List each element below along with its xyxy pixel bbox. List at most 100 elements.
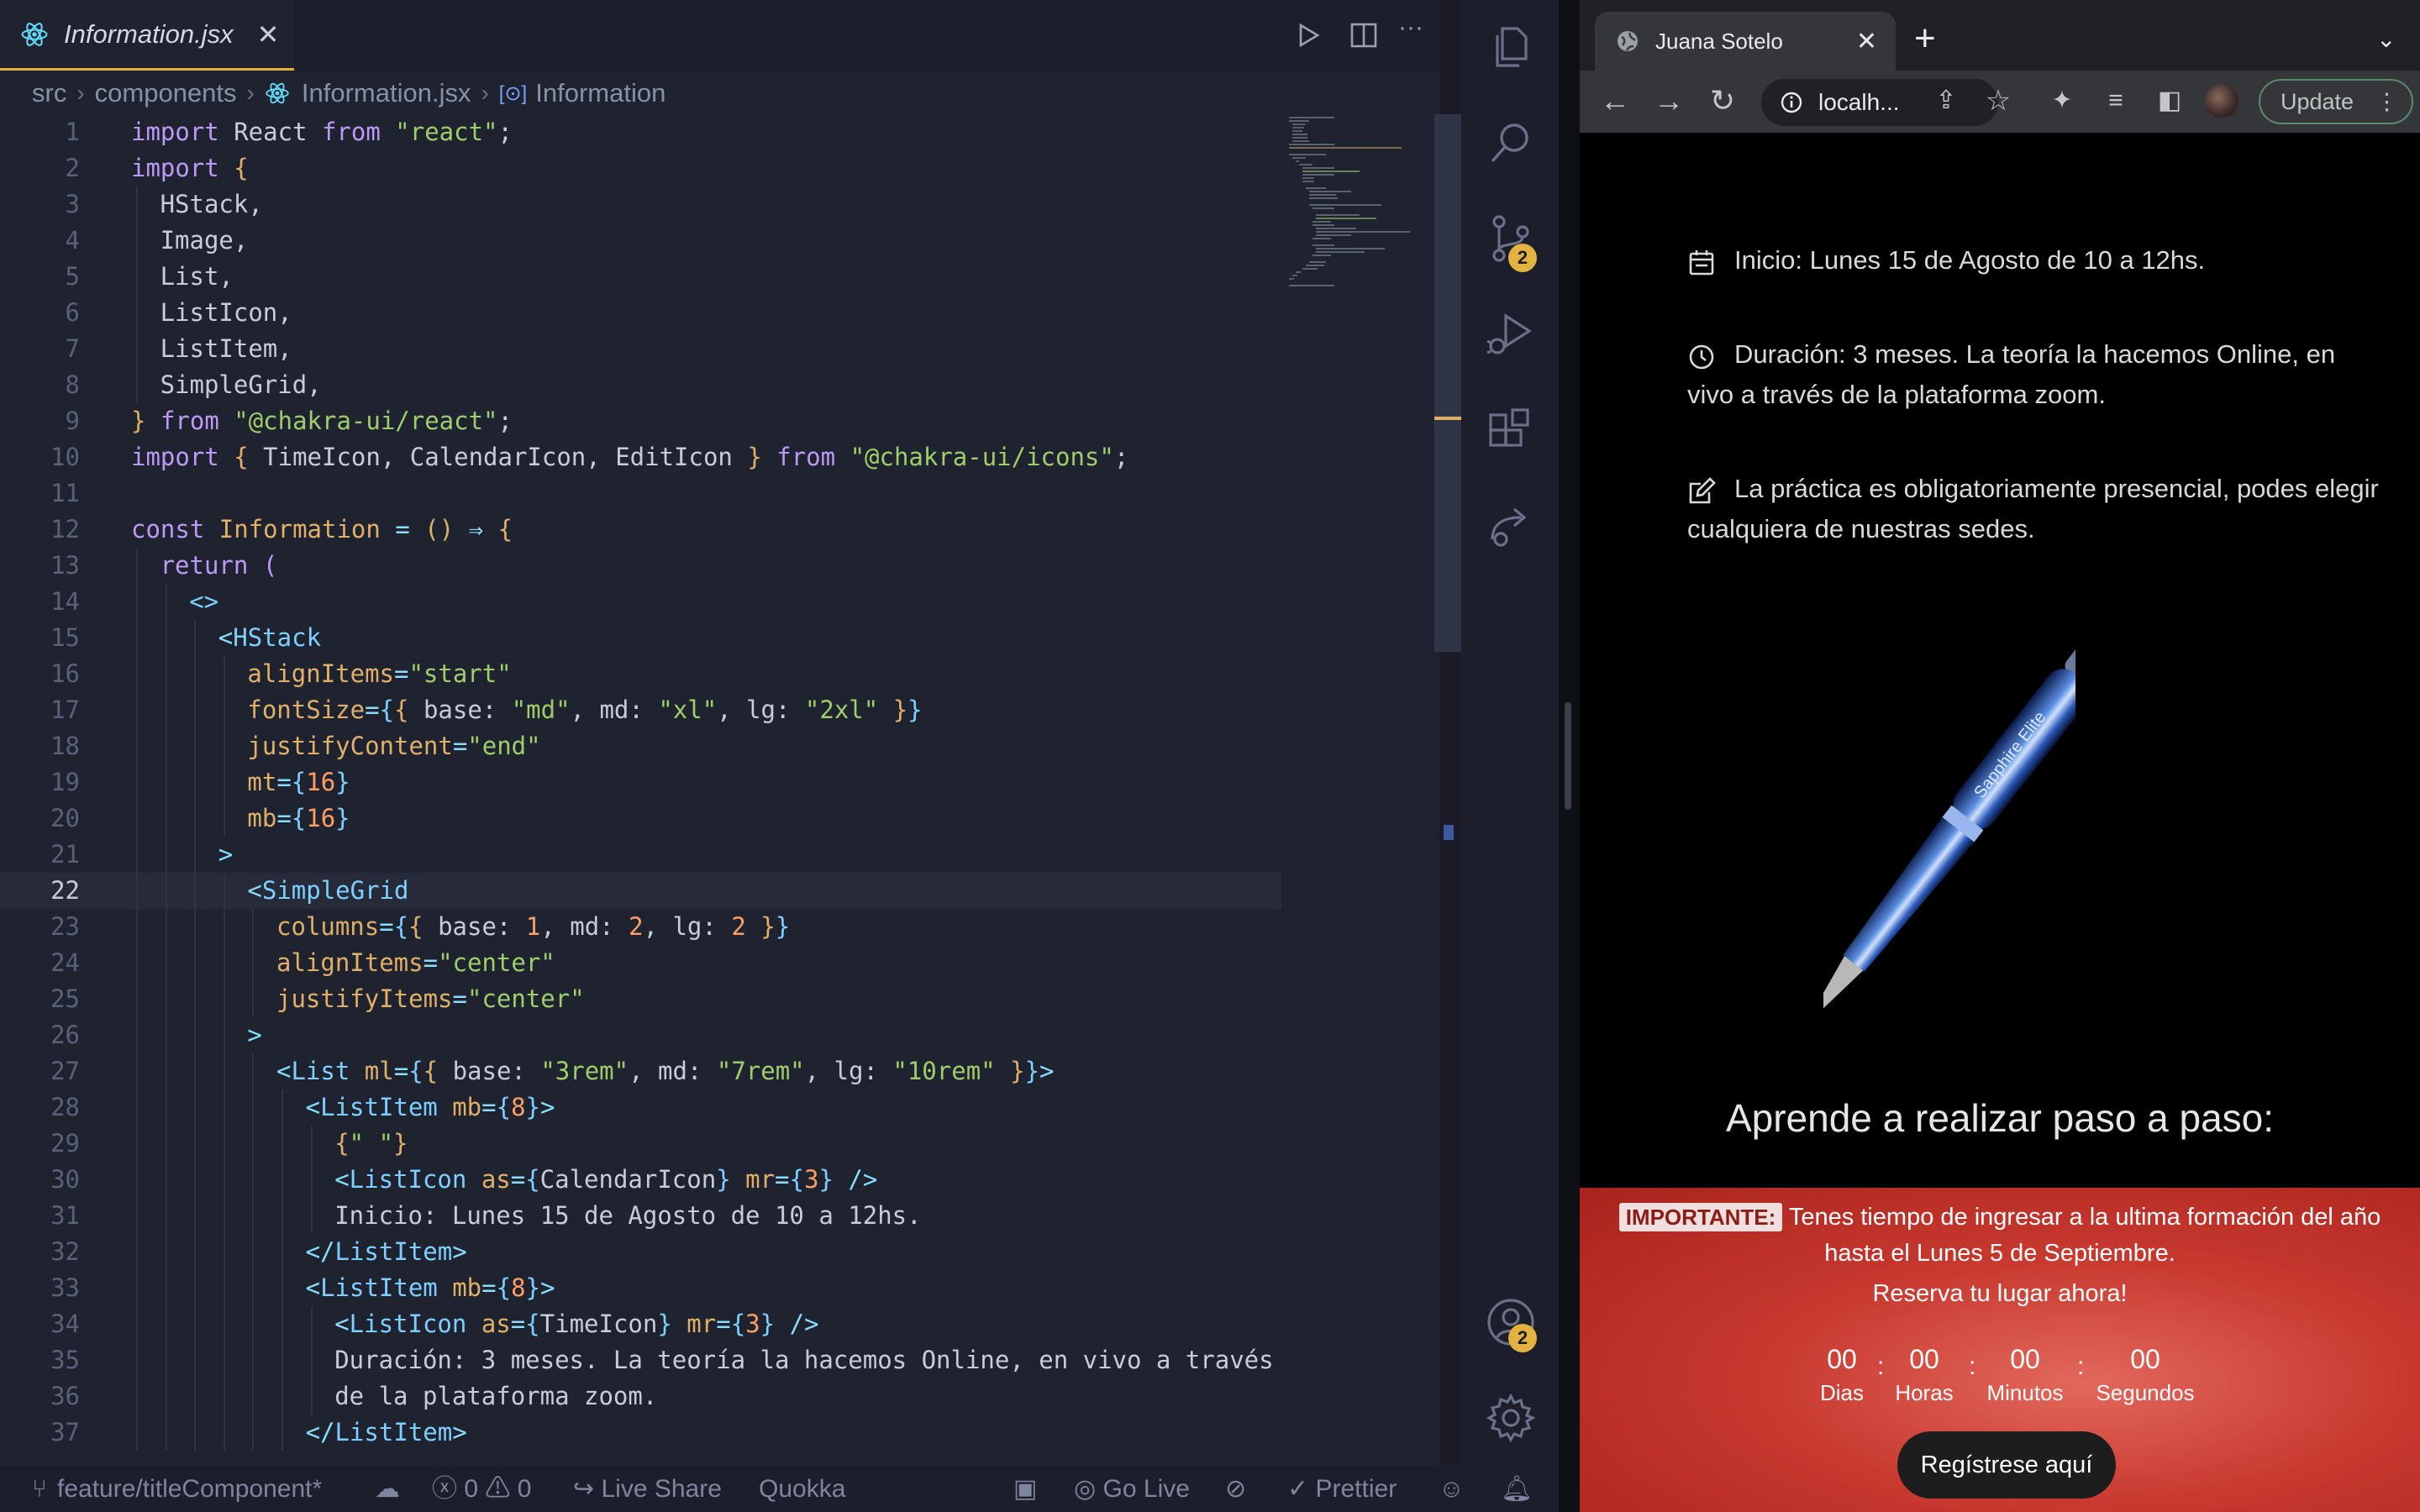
back-arrow-icon[interactable]: ←: [1598, 84, 1632, 118]
code-line[interactable]: 37 </ListItem>: [0, 1415, 1281, 1451]
feedback-icon[interactable]: ☺: [1439, 1466, 1465, 1512]
code-line[interactable]: 23 columns={{ base: 1, md: 2, lg: 2 }}: [0, 909, 1281, 945]
indent-guide: [136, 223, 138, 259]
media-playlist-icon[interactable]: ≡: [2099, 84, 2133, 118]
code-editor[interactable]: Information.jsx ✕ ··· src › components ›…: [0, 0, 1461, 1512]
quokka-status[interactable]: Quokka: [759, 1466, 845, 1512]
code-line[interactable]: 5 List,: [0, 259, 1281, 295]
minimap[interactable]: [1284, 114, 1435, 316]
line-number: 20: [50, 804, 80, 832]
live-share-status[interactable]: ↪ Live Share: [573, 1466, 722, 1512]
copilot-icon[interactable]: ⊘: [1225, 1466, 1246, 1512]
breadcrumb-components[interactable]: components: [95, 78, 237, 108]
code-line[interactable]: 20 mb={16}: [0, 801, 1281, 837]
register-button[interactable]: Regístrese aquí: [1897, 1431, 2116, 1499]
tab-search-chevron-icon[interactable]: ⌄: [2376, 25, 2396, 53]
resize-handle[interactable]: [1565, 702, 1571, 810]
indent-guide: [223, 764, 225, 801]
code-token: alignItems: [276, 948, 424, 977]
code-token: CalendarIcon: [539, 1165, 717, 1194]
search-icon[interactable]: [1486, 118, 1536, 168]
code-line[interactable]: 28 <ListItem mb={8}>: [0, 1089, 1281, 1126]
split-editor-icon[interactable]: [1349, 22, 1378, 49]
code-line[interactable]: 24 alignItems="center": [0, 945, 1281, 981]
code-line[interactable]: 21 >: [0, 837, 1281, 873]
breadcrumb-src[interactable]: src: [32, 78, 66, 108]
prettier-status[interactable]: ✓ Prettier: [1287, 1466, 1397, 1512]
indent-guide: [223, 1053, 225, 1089]
code-line[interactable]: 22 <SimpleGrid: [0, 873, 1281, 909]
code-line[interactable]: 29 {" "}: [0, 1126, 1281, 1162]
breadcrumb-symbol[interactable]: Information: [535, 78, 666, 108]
update-button[interactable]: Update ⋮: [2259, 79, 2413, 124]
live-share-icon[interactable]: [1486, 502, 1536, 553]
indent-guide: [281, 1342, 283, 1378]
code-line[interactable]: 31 Inicio: Lunes 15 de Agosto de 10 a 12h…: [0, 1198, 1281, 1234]
code-line[interactable]: 36 de la plataforma zoom.: [0, 1378, 1281, 1415]
code-line[interactable]: 14 <>: [0, 584, 1281, 620]
new-tab-button[interactable]: +: [1914, 20, 1936, 57]
code-line[interactable]: 15 <HStack: [0, 620, 1281, 656]
code-line[interactable]: 18 justifyContent="end": [0, 728, 1281, 764]
code-line[interactable]: 25 justifyItems="center": [0, 981, 1281, 1017]
code-line[interactable]: 9} from "@chakra-ui/react";: [0, 403, 1281, 439]
avatar[interactable]: [2205, 84, 2238, 118]
side-panel-icon[interactable]: ◧: [2153, 84, 2186, 118]
code-token: 16: [306, 768, 336, 796]
code-line[interactable]: 34 <ListIcon as={TimeIcon} mr={3} />: [0, 1306, 1281, 1342]
code-line[interactable]: 12 const Information = () ⇒ {: [0, 512, 1281, 548]
code-line[interactable]: 27 <List ml={{ base: "3rem", md: "7rem", …: [0, 1053, 1281, 1089]
share-icon[interactable]: ⇪: [1929, 84, 1963, 118]
code-line[interactable]: 19 mt={16}: [0, 764, 1281, 801]
branch-status[interactable]: ⑂ feature/titleComponent*: [32, 1466, 322, 1512]
code-token: >: [540, 1093, 555, 1121]
code-line[interactable]: 2 import {: [0, 150, 1281, 186]
code-line[interactable]: 11: [0, 475, 1281, 512]
code-line[interactable]: 8 SimpleGrid,: [0, 367, 1281, 403]
extensions-icon[interactable]: [1486, 407, 1536, 457]
code-line[interactable]: 17 fontSize={{ base: "md", md: "xl", lg: …: [0, 692, 1281, 728]
code-token: {: [394, 696, 409, 724]
code-token: }: [747, 443, 762, 471]
code-line[interactable]: 26 >: [0, 1017, 1281, 1053]
breadcrumb-file[interactable]: Information.jsx: [302, 78, 471, 108]
forward-arrow-icon[interactable]: →: [1652, 84, 1686, 118]
code-line[interactable]: 35 Duración: 3 meses. La teoría la hacemo…: [0, 1342, 1281, 1378]
code-token: const: [131, 515, 205, 543]
code-line[interactable]: 30 <ListIcon as={CalendarIcon} mr={3} />: [0, 1162, 1281, 1198]
vertical-scrollbar[interactable]: [1434, 114, 1461, 652]
reload-icon[interactable]: ↻: [1706, 84, 1739, 118]
code-line[interactable]: 1 import React from "react";: [0, 114, 1281, 150]
code-line[interactable]: 33 <ListItem mb={8}>: [0, 1270, 1281, 1306]
code-line[interactable]: 7 ListItem,: [0, 331, 1281, 367]
code-line[interactable]: 3 HStack,: [0, 186, 1281, 223]
code-token: {: [730, 1310, 746, 1338]
bookmark-star-icon[interactable]: ☆: [1981, 84, 2015, 118]
notifications-bell-icon[interactable]: 🔔︎: [1501, 1466, 1533, 1512]
problems-status[interactable]: ⓧ 0 ⚠ 0: [432, 1466, 531, 1512]
run-debug-icon[interactable]: [1486, 309, 1536, 360]
code-token: {: [234, 154, 249, 182]
extensions-puzzle-icon[interactable]: ✦: [2045, 84, 2079, 118]
close-icon[interactable]: ✕: [257, 18, 280, 50]
explorer-icon[interactable]: [1486, 22, 1536, 72]
more-actions-icon[interactable]: ···: [1398, 13, 1423, 42]
browser-tab[interactable]: Juana Sotelo ✕: [1595, 12, 1896, 71]
code-line[interactable]: 6 ListIcon,: [0, 295, 1281, 331]
settings-gear-icon[interactable]: [1486, 1393, 1536, 1443]
close-icon[interactable]: ✕: [1856, 27, 1877, 56]
code-line[interactable]: 13 return (: [0, 548, 1281, 584]
tattoo-pen-image: Sapphire Elite: [1823, 643, 2075, 1019]
code-line[interactable]: 10 import { TimeIcon, CalendarIcon, EditI…: [0, 439, 1281, 475]
code-line[interactable]: 4 Image,: [0, 223, 1281, 259]
code-area[interactable]: 1 import React from "react"; 2 import {3 HSt…: [0, 114, 1286, 1462]
terminal-icon[interactable]: ▣: [1013, 1466, 1037, 1512]
run-icon[interactable]: [1296, 22, 1321, 49]
sync-icon[interactable]: ☁: [375, 1466, 400, 1512]
code-line[interactable]: 32 </ListItem>: [0, 1234, 1281, 1270]
code-line[interactable]: 16 alignItems="start": [0, 656, 1281, 692]
tab-information-jsx[interactable]: Information.jsx ✕: [0, 0, 294, 71]
go-live-status[interactable]: ◎ Go Live: [1074, 1466, 1190, 1512]
indent-guide: [223, 981, 225, 1017]
